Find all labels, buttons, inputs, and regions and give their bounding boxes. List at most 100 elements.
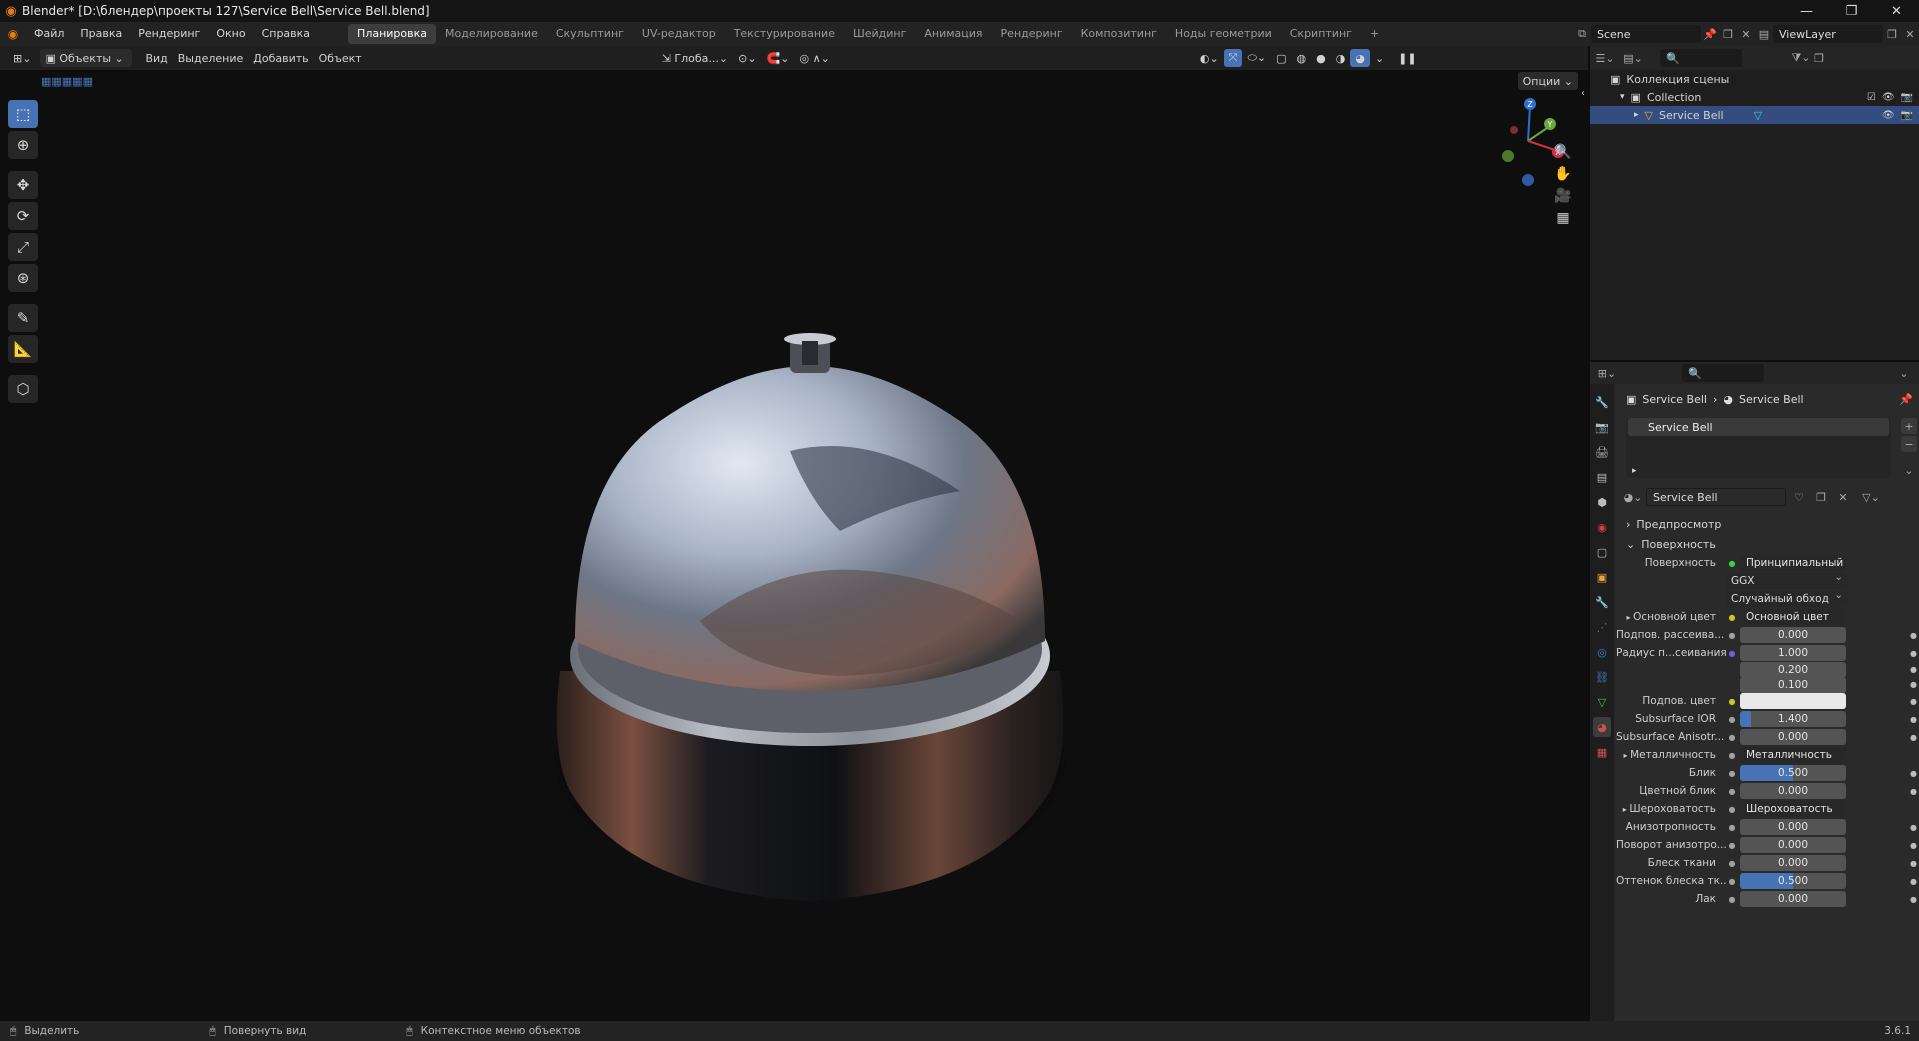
outliner-search-input[interactable]: 🔍	[1660, 49, 1742, 67]
material-shading-icon[interactable]: ◑	[1331, 49, 1351, 67]
pin-icon[interactable]: 📌	[1899, 393, 1913, 406]
workspace-tab[interactable]: Рендеринг	[992, 24, 1072, 44]
view-layer-tab-icon[interactable]: ▤	[1593, 467, 1611, 487]
socket-icon[interactable]: ●	[1726, 821, 1738, 833]
material-slot-list[interactable]: Service Bell ▸	[1626, 418, 1891, 478]
expand-arrow-icon[interactable]: ▸	[1634, 110, 1639, 120]
number-field[interactable]: 0.100	[1740, 676, 1846, 693]
number-field[interactable]: 0.000	[1740, 819, 1846, 835]
keyframe-dot-icon[interactable]: ●	[1910, 895, 1917, 904]
number-field[interactable]: 0.200	[1740, 661, 1846, 678]
workspace-tab[interactable]: UV-редактор	[633, 24, 725, 44]
keyframe-dot-icon[interactable]: ●	[1910, 649, 1917, 658]
keyframe-dot-icon[interactable]: ●	[1910, 697, 1917, 706]
gizmo-toggle-icon[interactable]: ⤧	[1223, 49, 1243, 67]
mode-selector[interactable]: ▣ Объекты ⌄	[40, 49, 133, 67]
collection-tab-icon[interactable]: ▢	[1593, 542, 1611, 562]
keyframe-dot-icon[interactable]: ●	[1910, 631, 1917, 640]
socket-icon[interactable]: ●	[1726, 857, 1738, 869]
new-collection-icon[interactable]: ❐	[1810, 49, 1828, 67]
3d-viewport[interactable]: ⊞⌄ ▣ Объекты ⌄ Вид Выделение Добавить Об…	[0, 46, 1588, 1021]
options-dropdown[interactable]: Опции ⌄	[1517, 72, 1578, 90]
scene-tab-icon[interactable]: ⬢	[1593, 492, 1611, 512]
socket-icon[interactable]: ●	[1726, 629, 1738, 641]
workspace-tab[interactable]: Шейдинг	[844, 24, 915, 44]
number-field[interactable]: 0.500	[1740, 765, 1846, 781]
ortho-grid-icon[interactable]: ▦	[1552, 207, 1574, 229]
socket-icon[interactable]: ●	[1726, 893, 1738, 905]
keyframe-dot-icon[interactable]: ●	[1910, 859, 1917, 868]
duplicate-material-icon[interactable]: ❐	[1812, 488, 1830, 506]
visibility-icon[interactable]: ◐⌄	[1195, 49, 1224, 67]
material-link-icon[interactable]: ▽⌄	[1862, 488, 1880, 506]
checkbox-icon[interactable]: ☑	[1867, 92, 1876, 103]
outliner-editor-type-icon[interactable]: ☰⌄	[1595, 49, 1614, 67]
annotate-tool-icon[interactable]: ✎	[8, 304, 38, 332]
menu-object[interactable]: Объект	[314, 49, 367, 67]
properties-editor-type-icon[interactable]: ⊞⌄	[1598, 364, 1616, 382]
add-slot-button[interactable]: +	[1901, 418, 1917, 434]
close-button[interactable]: ✕	[1874, 0, 1919, 22]
menu-select[interactable]: Выделение	[173, 49, 249, 67]
surface-panel-header[interactable]: ⌄ Поверхность	[1616, 534, 1919, 554]
scene-selector[interactable]: Scene	[1591, 25, 1701, 43]
view-layer-selector[interactable]: ViewLayer	[1773, 25, 1883, 43]
keyframe-dot-icon[interactable]: ●	[1910, 877, 1917, 886]
display-mode-icon[interactable]: ▤⌄	[1623, 49, 1643, 67]
keyframe-dot-icon[interactable]: ●	[1910, 680, 1917, 689]
transform-orientation[interactable]: ⇲ Глоба... ⌄	[657, 49, 733, 67]
physics-tab-icon[interactable]: ◎	[1593, 642, 1611, 662]
menu-edit[interactable]: Правка	[72, 22, 130, 46]
remove-slot-button[interactable]: −	[1901, 436, 1917, 452]
zoom-icon[interactable]: 🔍	[1552, 141, 1574, 163]
socket-icon[interactable]: ●	[1726, 647, 1738, 659]
preview-panel-header[interactable]: › Предпросмотр	[1616, 514, 1919, 534]
fake-user-icon[interactable]: ♡	[1790, 488, 1808, 506]
browse-material-icon[interactable]: ◕⌄	[1624, 488, 1643, 506]
select-box-tool-icon[interactable]: ⬚	[8, 100, 38, 128]
number-field[interactable]: 0.000	[1740, 855, 1846, 871]
tool-tab-icon[interactable]: 🔧	[1593, 392, 1611, 412]
slot-menu-icon[interactable]: ⌄	[1901, 462, 1917, 478]
socket-icon[interactable]: ●	[1726, 785, 1738, 797]
camera-icon[interactable]: 📷	[1901, 110, 1913, 121]
keyframe-dot-icon[interactable]: ●	[1910, 733, 1917, 742]
material-tab-icon[interactable]: ◕	[1593, 717, 1611, 737]
keyframe-dot-icon[interactable]: ●	[1910, 787, 1917, 796]
number-field[interactable]: 0.000	[1740, 783, 1846, 799]
data-tab-icon[interactable]: ▽	[1593, 692, 1611, 712]
filter-icon[interactable]: ⧩⌄	[1791, 49, 1810, 67]
number-field[interactable]: 0.000	[1740, 729, 1846, 745]
number-field[interactable]: 0.000	[1740, 891, 1846, 907]
output-tab-icon[interactable]: 🖨	[1593, 442, 1611, 462]
scene-icon[interactable]: ⧉	[1573, 25, 1591, 43]
particles-tab-icon[interactable]: ⋰	[1593, 617, 1611, 637]
number-field[interactable]: 0.500	[1740, 873, 1846, 889]
proportional-edit-icon[interactable]: ◎ ∧⌄	[794, 49, 834, 67]
editor-type-icon[interactable]: ⊞⌄	[8, 49, 36, 67]
move-tool-icon[interactable]: ✥	[8, 171, 38, 199]
eye-icon[interactable]: 👁	[1882, 92, 1895, 103]
remove-scene-icon[interactable]: ✕	[1737, 25, 1755, 43]
xray-icon[interactable]: ▢	[1271, 49, 1291, 67]
new-view-layer-icon[interactable]: ❐	[1883, 25, 1901, 43]
property-dropdown[interactable]: GGX	[1726, 571, 1848, 589]
new-scene-icon[interactable]: ❐	[1719, 25, 1737, 43]
workspace-tab[interactable]: Композитинг	[1072, 24, 1166, 44]
scale-tool-icon[interactable]: ⤢	[8, 233, 38, 261]
pivot-point-icon[interactable]: ⊙⌄	[733, 49, 761, 67]
linked-input-field[interactable]: Шероховатость	[1740, 801, 1846, 817]
menu-window[interactable]: Окно	[208, 22, 253, 46]
rotate-tool-icon[interactable]: ⟳	[8, 202, 38, 230]
camera-view-icon[interactable]: 🎥	[1552, 185, 1574, 207]
rendered-shading-icon[interactable]: ◕	[1350, 49, 1370, 67]
linked-input-field[interactable]: Металличность	[1740, 747, 1846, 763]
socket-icon[interactable]: ●	[1726, 767, 1738, 779]
outliner-scene-collection[interactable]: ▣ Коллекция сцены	[1590, 70, 1919, 88]
expand-arrow-icon[interactable]: ▸	[1632, 466, 1637, 476]
unlink-material-icon[interactable]: ✕	[1834, 488, 1852, 506]
menu-help[interactable]: Справка	[254, 22, 318, 46]
color-swatch[interactable]	[1740, 693, 1846, 709]
socket-icon[interactable]: ●	[1726, 611, 1738, 623]
workspace-tab[interactable]: Скриптинг	[1281, 24, 1361, 44]
